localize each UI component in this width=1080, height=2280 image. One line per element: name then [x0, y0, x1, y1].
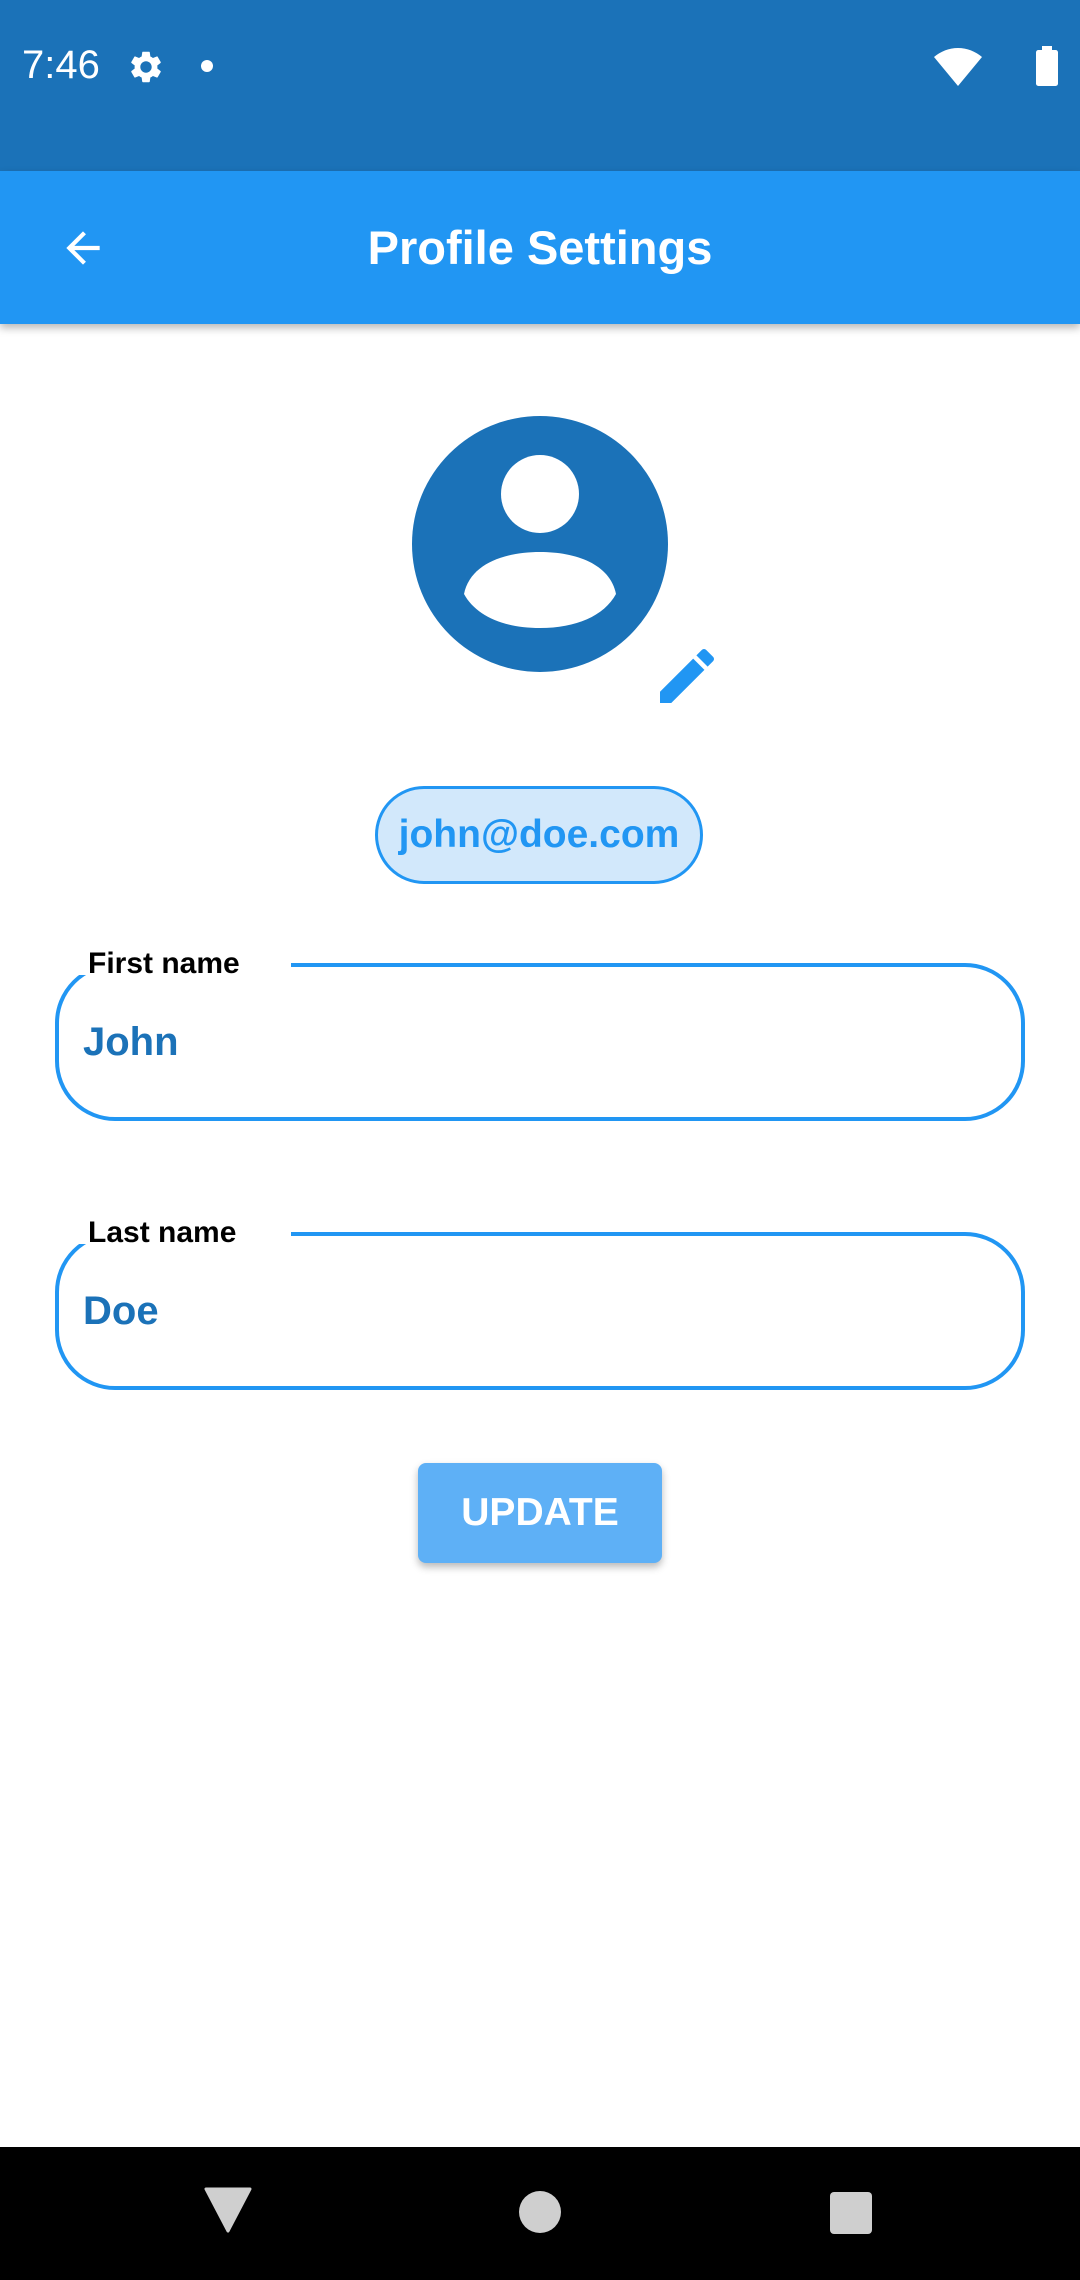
battery-icon	[1036, 46, 1058, 86]
back-button[interactable]	[36, 201, 130, 295]
arrow-back-icon	[66, 231, 100, 265]
nav-recents-icon[interactable]	[830, 2192, 872, 2234]
email-chip: john@doe.com	[375, 786, 703, 884]
first-name-field[interactable]	[51, 959, 1025, 1121]
system-navigation-bar	[0, 2147, 1080, 2280]
last-name-label: Last name	[88, 1216, 237, 1250]
account-circle-icon	[412, 416, 668, 672]
edit-avatar-button[interactable]	[651, 640, 723, 712]
status-bar: 7:46	[0, 0, 1080, 171]
first-name-label: First name	[88, 947, 240, 981]
nav-back-icon[interactable]	[204, 2187, 252, 2233]
app-bar: Profile Settings	[0, 171, 1080, 324]
page-title: Profile Settings	[367, 221, 713, 274]
nav-home-icon[interactable]	[519, 2191, 561, 2233]
wifi-icon	[934, 48, 982, 86]
notification-dot-icon	[201, 60, 213, 72]
last-name-input[interactable]	[83, 1276, 983, 1346]
status-time: 7:46	[22, 43, 100, 87]
update-button[interactable]: UPDATE	[418, 1463, 662, 1563]
pencil-icon	[660, 648, 715, 703]
last-name-field[interactable]	[51, 1228, 1025, 1390]
gear-icon	[127, 48, 165, 86]
profile-avatar[interactable]	[412, 416, 668, 672]
first-name-input[interactable]	[83, 1007, 983, 1077]
